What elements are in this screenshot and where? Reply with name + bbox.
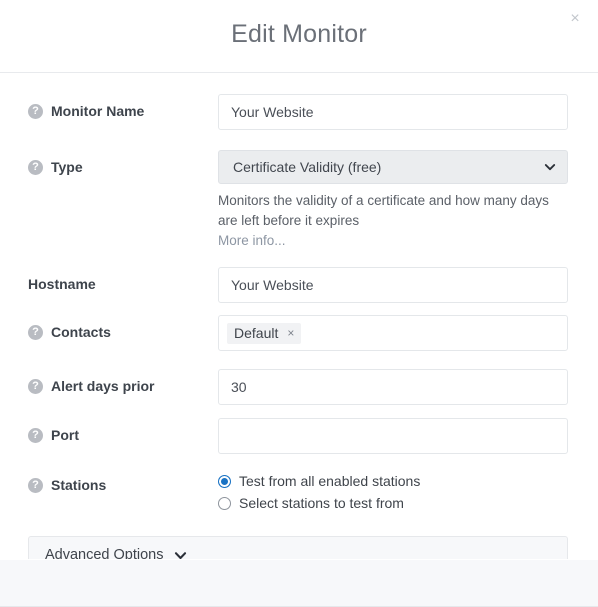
help-icon-alert-days-prior[interactable]: ? bbox=[28, 378, 43, 394]
control-hostname bbox=[218, 267, 568, 303]
modal-body: ? Monitor Name ? Type Certificate Validi… bbox=[0, 73, 598, 559]
more-info-link[interactable]: More info... bbox=[218, 233, 286, 248]
radio-dot-icon bbox=[218, 496, 231, 510]
control-type: Certificate Validity (free) Monitors the… bbox=[218, 150, 568, 250]
page-title: Edit Monitor bbox=[231, 19, 367, 48]
control-contacts: Default × bbox=[218, 315, 568, 351]
alert-days-prior-input[interactable] bbox=[218, 369, 568, 405]
radio-dot-icon bbox=[218, 474, 231, 488]
label-contacts: ? Contacts bbox=[28, 315, 218, 340]
help-icon-stations[interactable]: ? bbox=[28, 477, 43, 493]
label-type: ? Type bbox=[28, 150, 218, 175]
close-icon[interactable]: × bbox=[564, 8, 586, 30]
field-label-text: Type bbox=[51, 159, 83, 175]
form-row-port: ? Port bbox=[0, 418, 598, 454]
help-icon-monitor-name[interactable]: ? bbox=[28, 103, 43, 119]
form-row-monitor-name: ? Monitor Name bbox=[0, 94, 598, 130]
modal-header: Edit Monitor × bbox=[0, 0, 598, 73]
radio-label: Select stations to test from bbox=[239, 495, 404, 511]
edit-monitor-modal: Edit Monitor × ? Monitor Name ? Type bbox=[0, 0, 598, 607]
control-stations: Test from all enabled stations Select st… bbox=[218, 468, 568, 511]
contact-tag[interactable]: Default × bbox=[227, 322, 302, 344]
label-port: ? Port bbox=[28, 418, 218, 443]
type-select-wrap: Certificate Validity (free) bbox=[218, 150, 568, 184]
radio-label: Test from all enabled stations bbox=[239, 473, 421, 489]
help-icon-type[interactable]: ? bbox=[28, 159, 43, 175]
field-label-text: Contacts bbox=[51, 324, 111, 340]
advanced-options-label: Advanced Options bbox=[45, 547, 164, 559]
modal-footer bbox=[0, 559, 598, 607]
label-stations: ? Stations bbox=[28, 468, 218, 493]
port-input[interactable] bbox=[218, 418, 568, 454]
type-select[interactable]: Certificate Validity (free) bbox=[218, 150, 568, 184]
hostname-input[interactable] bbox=[218, 267, 568, 303]
field-label-text: Alert days prior bbox=[51, 378, 155, 394]
label-alert-days-prior: ? Alert days prior bbox=[28, 369, 218, 394]
help-icon-contacts[interactable]: ? bbox=[28, 324, 43, 340]
contact-tag-remove-icon[interactable]: × bbox=[287, 327, 294, 339]
type-description: Monitors the validity of a certificate a… bbox=[218, 193, 549, 228]
field-label-text: Port bbox=[51, 427, 79, 443]
form-row-alert-days-prior: ? Alert days prior bbox=[0, 369, 598, 405]
control-alert-days-prior bbox=[218, 369, 568, 405]
control-monitor-name bbox=[218, 94, 568, 130]
field-label-text: Stations bbox=[51, 477, 107, 493]
monitor-name-input[interactable] bbox=[218, 94, 568, 130]
control-port bbox=[218, 418, 568, 454]
radio-all-enabled-stations[interactable]: Test from all enabled stations bbox=[218, 473, 568, 489]
field-label-text: Hostname bbox=[28, 276, 96, 292]
form-row-hostname: Hostname bbox=[0, 267, 598, 303]
help-icon-port[interactable]: ? bbox=[28, 427, 43, 443]
form-row-contacts: ? Contacts Default × bbox=[0, 315, 598, 351]
contacts-tag-input[interactable]: Default × bbox=[218, 315, 568, 351]
field-label-text: Monitor Name bbox=[51, 103, 145, 119]
label-hostname: Hostname bbox=[28, 267, 218, 292]
radio-select-stations[interactable]: Select stations to test from bbox=[218, 495, 568, 511]
chevron-down-icon bbox=[174, 549, 187, 560]
form-row-type: ? Type Certificate Validity (free) Monit… bbox=[0, 150, 598, 250]
advanced-options-toggle[interactable]: Advanced Options bbox=[28, 536, 568, 559]
form-row-stations: ? Stations Test from all enabled station… bbox=[0, 468, 598, 511]
contact-tag-label: Default bbox=[234, 324, 279, 341]
label-monitor-name: ? Monitor Name bbox=[28, 94, 218, 119]
